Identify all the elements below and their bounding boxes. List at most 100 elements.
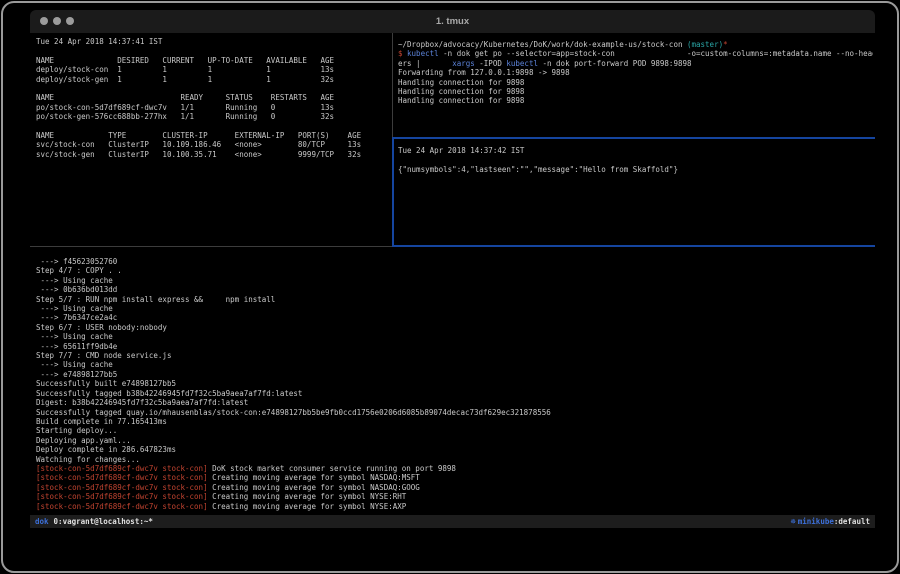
terminal-line: Tue 24 Apr 2018 14:37:41 IST	[36, 37, 392, 46]
active-pane-border-top[interactable]	[392, 137, 875, 139]
terminal-line: ers | xargs -IPOD kubectl -n dok port-fo…	[398, 59, 873, 68]
terminal-line: Tue 24 Apr 2018 14:37:42 IST	[398, 146, 873, 155]
terminal-line: Step 7/7 : CMD node service.js	[36, 351, 875, 360]
pane-port-forward[interactable]: ~/Dropbox/advocacy/Kubernetes/DoK/work/d…	[395, 33, 873, 135]
line-segment: [stock-con-5d7df689cf-dwc7v stock-con]	[36, 464, 208, 473]
line-segment: [stock-con-5d7df689cf-dwc7v stock-con]	[36, 492, 208, 501]
line-segment: [stock-con-5d7df689cf-dwc7v stock-con]	[36, 502, 208, 511]
terminal-line: po/stock-con-5d7df689cf-dwc7v 1/1 Runnin…	[36, 103, 392, 112]
close-button-icon[interactable]	[40, 17, 48, 25]
terminal-line: ---> Using cache	[36, 360, 875, 369]
terminal-line: Digest: b38b42246945fd7f32c5ba9aea7af7fd…	[36, 398, 875, 407]
line-segment: xargs	[452, 59, 475, 68]
line-segment: -n dok get po --selector=app=stock-con -…	[439, 49, 873, 58]
screenshot-frame: 1. tmux Tue 24 Apr 2018 14:37:41 IST NAME…	[0, 0, 900, 574]
line-segment: Step 6/7 : USER nobody:nobody	[36, 323, 167, 332]
kube-status: ☸ minikube :default	[791, 517, 870, 526]
terminal-line: Successfully tagged quay.io/mhausenblas/…	[36, 408, 875, 417]
line-segment: Starting deploy...	[36, 426, 117, 435]
terminal-line: ---> 0b636bd013dd	[36, 285, 875, 294]
terminal-line: [stock-con-5d7df689cf-dwc7v stock-con] C…	[36, 502, 875, 511]
line-segment: Creating moving average for symbol NASDA…	[208, 483, 420, 492]
line-segment: Successfully tagged b38b42246945fd7f32c5…	[36, 389, 302, 398]
terminal-line: {"numsymbols":4,"lastseen":"","message":…	[398, 165, 873, 174]
terminal-line: ---> f45623052760	[36, 257, 875, 266]
terminal-line: ---> Using cache	[36, 276, 875, 285]
terminal-line: [stock-con-5d7df689cf-dwc7v stock-con] C…	[36, 483, 875, 492]
terminal-line: [stock-con-5d7df689cf-dwc7v stock-con] C…	[36, 492, 875, 501]
terminal-line: Starting deploy...	[36, 426, 875, 435]
terminal-line: deploy/stock-gen 1 1 1 1 32s	[36, 75, 392, 84]
line-segment: -n dok port-forward POD 9898:9898	[538, 59, 692, 68]
line-segment: Creating moving average for symbol NYSE:…	[208, 492, 407, 501]
line-segment: [stock-con-5d7df689cf-dwc7v stock-con]	[36, 483, 208, 492]
terminal-line: Deploying app.yaml...	[36, 436, 875, 445]
pane-divider-horizontal[interactable]	[30, 246, 392, 247]
zoom-button-icon[interactable]	[66, 17, 74, 25]
terminal-line: Build complete in 77.165413ms	[36, 417, 875, 426]
line-segment: Handling connection for 9898	[398, 78, 524, 87]
terminal-line: Deploy complete in 286.647823ms	[36, 445, 875, 454]
terminal-line: svc/stock-con ClusterIP 10.109.186.46 <n…	[36, 140, 392, 149]
pane-skaffold-probe[interactable]: Tue 24 Apr 2018 14:37:42 IST {"numsymbols…	[395, 140, 873, 245]
line-segment: ---> Using cache	[36, 332, 113, 341]
pane-divider-vertical[interactable]	[392, 33, 393, 137]
terminal-line: ---> Using cache	[36, 332, 875, 341]
line-segment: kubectl	[407, 49, 439, 58]
terminal-line: ---> e74898127bb5	[36, 370, 875, 379]
line-segment: deploy/stock-gen 1 1 1 1 32s	[36, 75, 334, 84]
tmux-status-bar: dok 0:vagrant@localhost:~* ☸ minikube :d…	[30, 515, 875, 528]
line-segment: ---> e74898127bb5	[36, 370, 117, 379]
terminal-line: Watching for changes...	[36, 455, 875, 464]
terminal-line: Handling connection for 9898	[398, 78, 873, 87]
line-segment: deploy/stock-con 1 1 1 1 13s	[36, 65, 334, 74]
line-segment: DoK stock market consumer service runnin…	[208, 464, 456, 473]
terminal-line: Step 5/7 : RUN npm install express && np…	[36, 295, 875, 304]
line-segment: ers |	[398, 59, 452, 68]
line-segment: po/stock-gen-576cc688bb-277hx 1/1 Runnin…	[36, 112, 334, 121]
terminal-line: Forwarding from 127.0.0.1:9898 -> 9898	[398, 68, 873, 77]
terminal-line: ~/Dropbox/advocacy/Kubernetes/DoK/work/d…	[398, 40, 873, 49]
terminal-line: ---> Using cache	[36, 304, 875, 313]
terminal-line: NAME TYPE CLUSTER-IP EXTERNAL-IP PORT(S)…	[36, 131, 392, 140]
line-segment: Handling connection for 9898	[398, 96, 524, 105]
session-name[interactable]: dok	[35, 517, 49, 526]
kubernetes-icon: ☸	[791, 517, 796, 526]
line-segment: Successfully built e74898127bb5	[36, 379, 176, 388]
line-segment: Step 7/7 : CMD node service.js	[36, 351, 171, 360]
window-list-item[interactable]: 0:vagrant@localhost:~*	[54, 517, 153, 526]
terminal-line: Handling connection for 9898	[398, 87, 873, 96]
terminal-line: NAME DESIRED CURRENT UP-TO-DATE AVAILABL…	[36, 56, 392, 65]
line-segment: Step 5/7 : RUN npm install express && np…	[36, 295, 275, 304]
terminal-line: ---> 7b6347ce2a4c	[36, 313, 875, 322]
line-segment: ---> 7b6347ce2a4c	[36, 313, 117, 322]
pane-kubectl-watch[interactable]: Tue 24 Apr 2018 14:37:41 IST NAME DESIRED…	[30, 33, 392, 246]
terminal-line: ---> 65611ff9db4e	[36, 342, 875, 351]
minimize-button-icon[interactable]	[53, 17, 61, 25]
terminal-line: Successfully tagged b38b42246945fd7f32c5…	[36, 389, 875, 398]
terminal-line	[36, 84, 392, 93]
pane-build-log[interactable]: ---> f45623052760Step 4/7 : COPY . . ---…	[30, 249, 875, 515]
line-segment: Deploy complete in 286.647823ms	[36, 445, 176, 454]
terminal-line: Successfully built e74898127bb5	[36, 379, 875, 388]
line-segment: *	[723, 40, 728, 49]
line-segment: NAME TYPE CLUSTER-IP EXTERNAL-IP PORT(S)…	[36, 131, 361, 140]
active-pane-border-left[interactable]	[392, 137, 394, 247]
terminal-line	[36, 122, 392, 131]
window-title: 1. tmux	[30, 10, 875, 33]
terminal-line	[36, 46, 392, 55]
active-pane-border-bottom[interactable]	[392, 245, 875, 247]
line-segment: po/stock-con-5d7df689cf-dwc7v 1/1 Runnin…	[36, 103, 334, 112]
line-segment: ---> Using cache	[36, 304, 113, 313]
line-segment: Digest: b38b42246945fd7f32c5ba9aea7af7fd…	[36, 398, 248, 407]
line-segment: Deploying app.yaml...	[36, 436, 131, 445]
line-segment: Creating moving average for symbol NYSE:…	[208, 502, 407, 511]
terminal-line: [stock-con-5d7df689cf-dwc7v stock-con] D…	[36, 464, 875, 473]
line-segment: Tue 24 Apr 2018 14:37:42 IST	[398, 146, 524, 155]
line-segment: Build complete in 77.165413ms	[36, 417, 167, 426]
traffic-lights	[40, 17, 74, 25]
line-segment: -IPOD	[475, 59, 507, 68]
terminal-line: $ kubectl -n dok get po --selector=app=s…	[398, 49, 873, 58]
terminal-line: po/stock-gen-576cc688bb-277hx 1/1 Runnin…	[36, 112, 392, 121]
line-segment: $	[398, 49, 407, 58]
